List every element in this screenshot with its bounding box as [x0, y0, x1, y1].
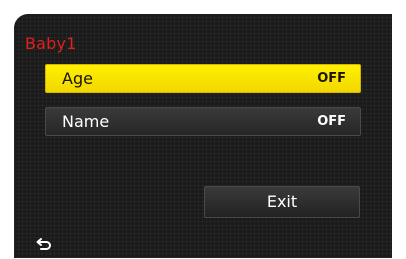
menu-item-label: Age	[62, 68, 93, 88]
menu-item-age[interactable]: Age OFF	[45, 64, 361, 93]
exit-button[interactable]: Exit	[204, 186, 360, 218]
menu-item-value: OFF	[317, 70, 346, 86]
return-arrow-icon[interactable]	[36, 236, 52, 250]
menu-item-label: Name	[62, 111, 110, 131]
menu-item-value: OFF	[317, 113, 346, 129]
camera-menu-screen: Baby1 Age OFF Name OFF Exit	[14, 14, 392, 258]
menu-item-name[interactable]: Name OFF	[45, 107, 361, 136]
return-arrow-glyph	[36, 238, 51, 250]
menu-title: Baby1	[25, 34, 77, 53]
